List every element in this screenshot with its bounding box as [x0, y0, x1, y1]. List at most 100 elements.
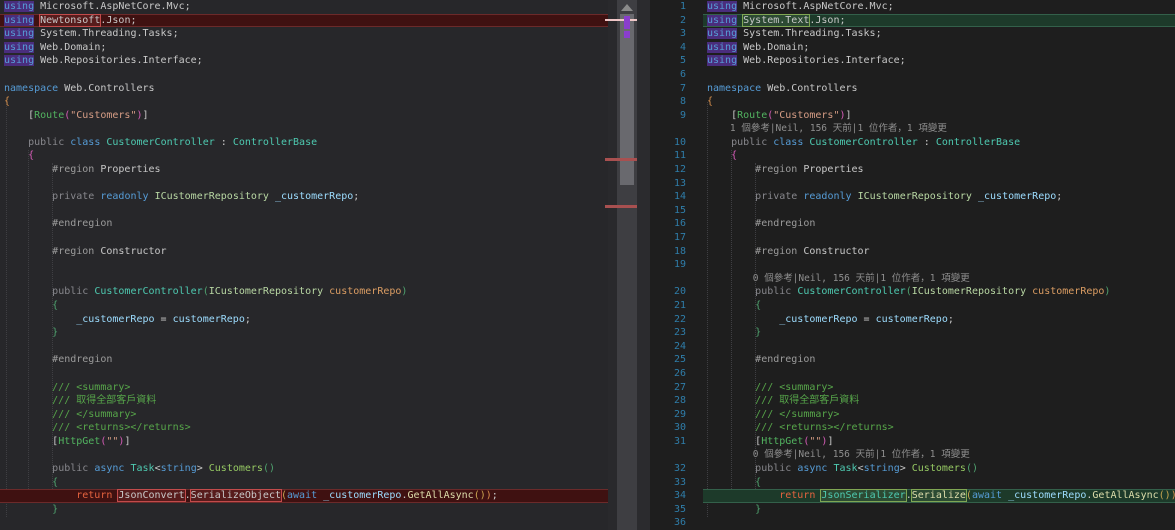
- token: public: [28, 137, 64, 148]
- original-editor[interactable]: using Microsoft.AspNetCore.Mvc;using New…: [0, 0, 608, 530]
- token: ): [401, 286, 407, 297]
- token: _customerRepo: [779, 314, 857, 325]
- token: customerRepo: [876, 314, 948, 325]
- code-line[interactable]: /// </summary>: [703, 408, 1175, 422]
- code-line[interactable]: using Web.Domain;: [0, 41, 608, 55]
- code-line[interactable]: {: [703, 149, 1175, 163]
- code-line[interactable]: }: [0, 503, 608, 517]
- code-line[interactable]: #region Constructor: [703, 245, 1175, 259]
- line-number: 22: [650, 313, 686, 327]
- code-line[interactable]: using Web.Domain;: [703, 41, 1175, 55]
- code-line[interactable]: /// </summary>: [0, 408, 608, 422]
- code-line[interactable]: public CustomerController(ICustomerRepos…: [0, 285, 608, 299]
- line-number: 24: [650, 340, 686, 354]
- codelens-text: 0 個參考|Neil, 156 天前|1 位作者，1 項變更: [707, 449, 970, 460]
- code-line[interactable]: using Web.Repositories.Interface;: [0, 54, 608, 68]
- token: Web.Controllers: [761, 83, 857, 94]
- code-line[interactable]: return JsonSerializer.Serialize(await _c…: [703, 489, 1175, 503]
- code-line[interactable]: private readonly ICustomerRepository _cu…: [0, 190, 608, 204]
- code-line[interactable]: [HttpGet("")]: [0, 435, 608, 449]
- code-line[interactable]: [703, 340, 1175, 354]
- codelens[interactable]: 0 個參考|Neil, 156 天前|1 位作者，1 項變更: [703, 272, 1175, 286]
- code-line[interactable]: public class CustomerController : Contro…: [703, 136, 1175, 150]
- code-line[interactable]: #endregion: [0, 353, 608, 367]
- code-line[interactable]: _customerRepo = customerRepo;: [0, 313, 608, 327]
- code-line[interactable]: using Microsoft.AspNetCore.Mvc;: [0, 0, 608, 14]
- line-number: 16: [650, 217, 686, 231]
- line-number: 29: [650, 408, 686, 422]
- code-line[interactable]: /// <summary>: [0, 381, 608, 395]
- token: [4, 477, 52, 488]
- token: [4, 246, 52, 257]
- code-line[interactable]: using Microsoft.AspNetCore.Mvc;: [703, 0, 1175, 14]
- code-line[interactable]: [Route("Customers")]: [0, 109, 608, 123]
- line-number: 33: [650, 476, 686, 490]
- code-line[interactable]: using Web.Repositories.Interface;: [703, 54, 1175, 68]
- code-line[interactable]: {: [703, 95, 1175, 109]
- code-line[interactable]: /// <returns></returns>: [703, 421, 1175, 435]
- code-line[interactable]: /// 取得全部客戶資料: [0, 394, 608, 408]
- code-line[interactable]: [HttpGet("")]: [703, 435, 1175, 449]
- code-line[interactable]: [Route("Customers")]: [703, 109, 1175, 123]
- token: (): [1159, 490, 1171, 501]
- code-line[interactable]: #endregion: [703, 217, 1175, 231]
- token: /// </summary>: [4, 409, 136, 420]
- code-line[interactable]: [703, 231, 1175, 245]
- code-line[interactable]: {: [0, 95, 608, 109]
- token: [4, 137, 28, 148]
- codelens[interactable]: 0 個參考|Neil, 156 天前|1 位作者，1 項變更: [703, 448, 1175, 462]
- code-line[interactable]: [703, 258, 1175, 272]
- code-line[interactable]: [703, 204, 1175, 218]
- code-line[interactable]: #region Constructor: [0, 245, 608, 259]
- code-line[interactable]: public CustomerController(ICustomerRepos…: [703, 285, 1175, 299]
- code-line[interactable]: #region Properties: [0, 163, 608, 177]
- code-line[interactable]: /// 取得全部客戶資料: [703, 394, 1175, 408]
- code-line[interactable]: }: [0, 326, 608, 340]
- code-line[interactable]: using System.Threading.Tasks;: [0, 27, 608, 41]
- code-line[interactable]: namespace Web.Controllers: [703, 82, 1175, 96]
- token: System.Text: [743, 15, 809, 26]
- code-line[interactable]: private readonly ICustomerRepository _cu…: [703, 190, 1175, 204]
- token: _customerRepo: [323, 490, 401, 501]
- code-line[interactable]: }: [703, 326, 1175, 340]
- code-line[interactable]: public async Task<string> Customers(): [703, 462, 1175, 476]
- code-line[interactable]: _customerRepo = customerRepo;: [703, 313, 1175, 327]
- code-line[interactable]: {: [0, 149, 608, 163]
- left-scrollbar[interactable]: [617, 0, 637, 530]
- code-line[interactable]: [703, 68, 1175, 82]
- code-line[interactable]: public async Task<string> Customers(): [0, 462, 608, 476]
- scrollbar-up-arrow-icon[interactable]: [621, 4, 633, 11]
- code-line[interactable]: #endregion: [0, 217, 608, 231]
- code-line[interactable]: /// <returns></returns>: [0, 421, 608, 435]
- token: CustomerController: [809, 137, 917, 148]
- token: [707, 314, 779, 325]
- code-line[interactable]: {: [0, 476, 608, 490]
- line-number: 12: [650, 163, 686, 177]
- code-line[interactable]: {: [703, 476, 1175, 490]
- token: Task: [833, 463, 857, 474]
- token: ]: [124, 436, 130, 447]
- code-line[interactable]: [703, 177, 1175, 191]
- code-line[interactable]: public class CustomerController : Contro…: [0, 136, 608, 150]
- code-line[interactable]: using Newtonsoft.Json;: [0, 14, 608, 28]
- token: (): [263, 463, 275, 474]
- code-line[interactable]: [703, 516, 1175, 530]
- code-line[interactable]: }: [703, 503, 1175, 517]
- code-line[interactable]: using System.Text.Json;: [703, 14, 1175, 28]
- code-line[interactable]: #region Properties: [703, 163, 1175, 177]
- code-line[interactable]: /// <summary>: [703, 381, 1175, 395]
- token: public: [731, 137, 767, 148]
- token: Newtonsoft: [40, 15, 100, 26]
- code-line[interactable]: using System.Threading.Tasks;: [703, 27, 1175, 41]
- code-line[interactable]: #endregion: [703, 353, 1175, 367]
- code-line[interactable]: {: [0, 299, 608, 313]
- code-line[interactable]: return JsonConvert.SerializeObject(await…: [0, 489, 608, 503]
- modified-editor[interactable]: 1using Microsoft.AspNetCore.Mvc;2using S…: [650, 0, 1175, 530]
- token: ICustomerRepository: [912, 286, 1026, 297]
- token: {: [707, 96, 713, 107]
- code-line[interactable]: namespace Web.Controllers: [0, 82, 608, 96]
- codelens[interactable]: 1 個參考|Neil, 156 天前|1 位作者，1 項變更: [703, 122, 1175, 136]
- token: /// </summary>: [707, 409, 839, 420]
- code-line[interactable]: {: [703, 299, 1175, 313]
- code-line[interactable]: [703, 367, 1175, 381]
